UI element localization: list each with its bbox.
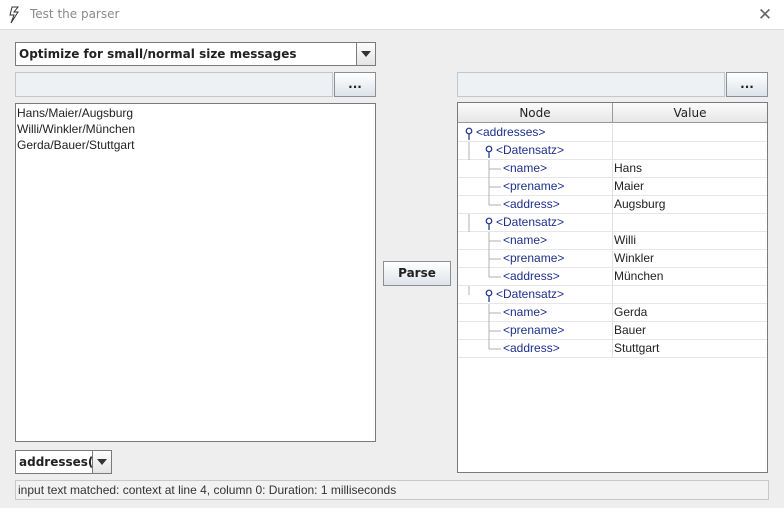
close-icon[interactable]: ✕ <box>754 4 776 26</box>
tree-row[interactable]: <prename> Winkler <box>458 250 767 268</box>
rule-dropdown-button[interactable] <box>92 451 111 473</box>
tree-node-label: <prename> <box>503 323 565 337</box>
tree-node-value: Willi <box>614 233 636 247</box>
tree-row[interactable]: <prename> Maier <box>458 178 767 196</box>
column-header-value[interactable]: Value <box>613 103 767 123</box>
input-line: Gerda/Bauer/Stuttgart <box>17 138 135 152</box>
tree-node-value: Stuttgart <box>614 341 660 355</box>
tree-node-label: <Datensatz> <box>496 215 565 229</box>
tree-branch-line <box>488 322 501 340</box>
tree-node-label: <name> <box>503 305 548 319</box>
tree-branch-line <box>488 268 501 278</box>
tree-row[interactable]: <name> Willi <box>458 232 767 250</box>
tree-branch-line <box>468 142 470 160</box>
tree-node-value: Hans <box>614 161 643 175</box>
tree-row[interactable]: <prename> Bauer <box>458 322 767 340</box>
tree-row[interactable]: <address> Stuttgart <box>458 340 767 358</box>
tree-node-label: <name> <box>503 233 548 247</box>
tree-branch-line <box>488 340 501 350</box>
expand-toggle-icon[interactable] <box>465 126 473 140</box>
tree-node-value: Gerda <box>614 305 648 319</box>
output-browse-button[interactable]: ... <box>726 72 768 97</box>
optimization-mode-select[interactable]: Optimize for small/normal size messages <box>15 42 376 66</box>
tree-branch-line <box>488 178 501 196</box>
chevron-down-icon <box>97 459 107 465</box>
chevron-down-icon <box>361 51 371 57</box>
tree-node-label: <Datensatz> <box>496 143 565 157</box>
tree-branch-line <box>468 214 470 232</box>
tree-row[interactable]: <Datensatz> <box>458 214 767 232</box>
tree-branch-line <box>488 160 501 178</box>
tree-node-label: <addresses> <box>476 125 546 139</box>
tree-node-label: <address> <box>503 269 560 283</box>
column-header-node[interactable]: Node <box>458 103 613 123</box>
tree-body: <addresses> <Datensatz> <name> Hans <prename… <box>458 124 767 358</box>
window-title: Test the parser <box>30 7 120 21</box>
tree-node-label: <prename> <box>503 179 565 193</box>
app-icon <box>9 6 20 24</box>
tree-node-label: <address> <box>503 197 560 211</box>
input-file-path-field[interactable] <box>15 72 333 97</box>
tree-row[interactable]: <name> Hans <box>458 160 767 178</box>
output-file-path-field[interactable] <box>457 72 725 97</box>
tree-row[interactable]: <addresses> <box>458 124 767 142</box>
tree-row[interactable]: <name> Gerda <box>458 304 767 322</box>
title-bar: Test the parser ✕ <box>0 0 784 30</box>
tree-node-value: Maier <box>614 179 645 193</box>
tree-node-label: <prename> <box>503 251 565 265</box>
tree-node-value: Bauer <box>614 323 647 337</box>
expand-toggle-icon[interactable] <box>485 216 493 230</box>
tree-branch-line <box>488 232 501 250</box>
tree-branch-line <box>488 304 501 322</box>
tree-row[interactable]: <Datensatz> <box>458 142 767 160</box>
rule-select-value: addresses() <box>19 455 99 469</box>
tree-row[interactable]: <Datensatz> <box>458 286 767 304</box>
optimization-mode-value: Optimize for small/normal size messages <box>19 47 297 61</box>
expand-toggle-icon[interactable] <box>485 288 493 302</box>
rule-select[interactable]: addresses() <box>15 450 112 474</box>
tree-node-label: <Datensatz> <box>496 287 565 301</box>
input-browse-button[interactable]: ... <box>334 72 376 97</box>
optimization-mode-dropdown-button[interactable] <box>356 43 375 65</box>
tree-node-label: <address> <box>503 341 560 355</box>
tree-row[interactable]: <address> München <box>458 268 767 286</box>
tree-node-label: <name> <box>503 161 548 175</box>
tree-node-value: Winkler <box>614 251 655 265</box>
tree-header: Node Value <box>458 103 767 123</box>
tree-branch-line <box>468 286 470 295</box>
tree-node-value: Augsburg <box>614 197 666 211</box>
parse-button[interactable]: Parse <box>383 261 451 286</box>
tree-branch-line <box>488 250 501 268</box>
parse-tree-table[interactable]: Node Value <addresses> <Datensatz> <name> H… <box>457 102 768 473</box>
tree-row[interactable]: <address> Augsburg <box>458 196 767 214</box>
input-line: Willi/Winkler/München <box>17 122 136 136</box>
input-text-area[interactable]: Hans/Maier/Augsburg Willi/Winkler/Münche… <box>15 103 376 442</box>
input-line: Hans/Maier/Augsburg <box>17 106 134 120</box>
expand-toggle-icon[interactable] <box>485 144 493 158</box>
tree-node-value: München <box>614 269 664 283</box>
tree-branch-line <box>488 196 501 206</box>
status-bar: input text matched: context at line 4, c… <box>15 480 769 500</box>
